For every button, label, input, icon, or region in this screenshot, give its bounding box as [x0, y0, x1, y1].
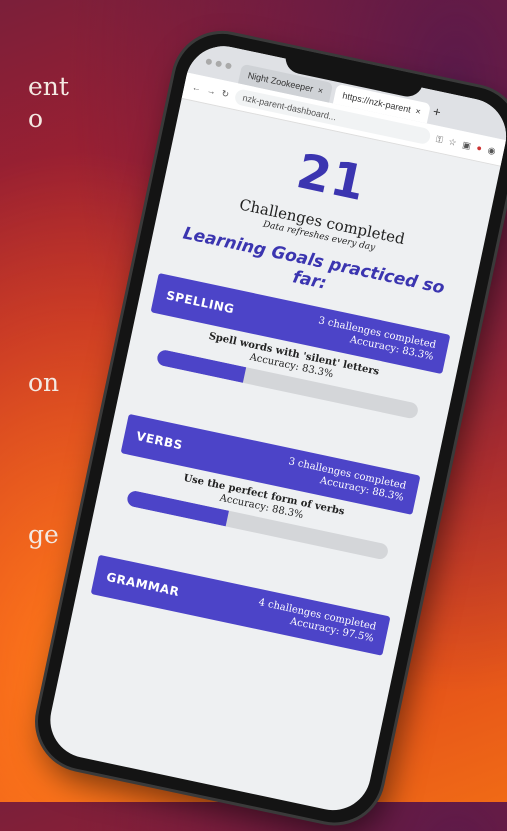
background-text-1: ent	[28, 72, 69, 101]
goal-name: GRAMMAR	[105, 569, 181, 600]
background-text-4: ge	[28, 520, 59, 549]
phone-screen: Night Zookeeper × https://nzk-parent × +…	[43, 39, 507, 818]
reload-icon[interactable]: ↻	[220, 88, 230, 100]
close-window-icon[interactable]	[205, 58, 213, 66]
forward-arrow-icon[interactable]: →	[206, 85, 217, 97]
goal-name: SPELLING	[164, 288, 236, 317]
profile-icon[interactable]: ●	[476, 142, 483, 153]
tab-close-icon[interactable]: ×	[415, 106, 422, 117]
goal-stats: 4 challenges completed Accuracy: 97.5%	[255, 597, 378, 645]
menu-icon[interactable]: ◉	[487, 144, 497, 156]
maximize-window-icon[interactable]	[224, 62, 232, 70]
extension-icon[interactable]: ▣	[461, 139, 472, 152]
phone-frame: Night Zookeeper × https://nzk-parent × +…	[29, 25, 507, 831]
background-text-2: o	[28, 104, 44, 133]
star-icon[interactable]: ☆	[448, 136, 458, 148]
key-icon[interactable]: ⚿	[435, 133, 444, 145]
window-controls	[205, 58, 232, 70]
new-tab-button[interactable]: +	[432, 104, 443, 120]
back-arrow-icon[interactable]: ←	[191, 82, 202, 94]
dashboard-content: 21 Challenges completed Data refreshes e…	[74, 99, 500, 671]
background-text-3: on	[28, 368, 60, 397]
minimize-window-icon[interactable]	[215, 60, 223, 68]
tab-close-icon[interactable]: ×	[317, 85, 324, 96]
phone-mockup: Night Zookeeper × https://nzk-parent × +…	[29, 25, 507, 831]
goal-name: VERBS	[135, 429, 184, 453]
